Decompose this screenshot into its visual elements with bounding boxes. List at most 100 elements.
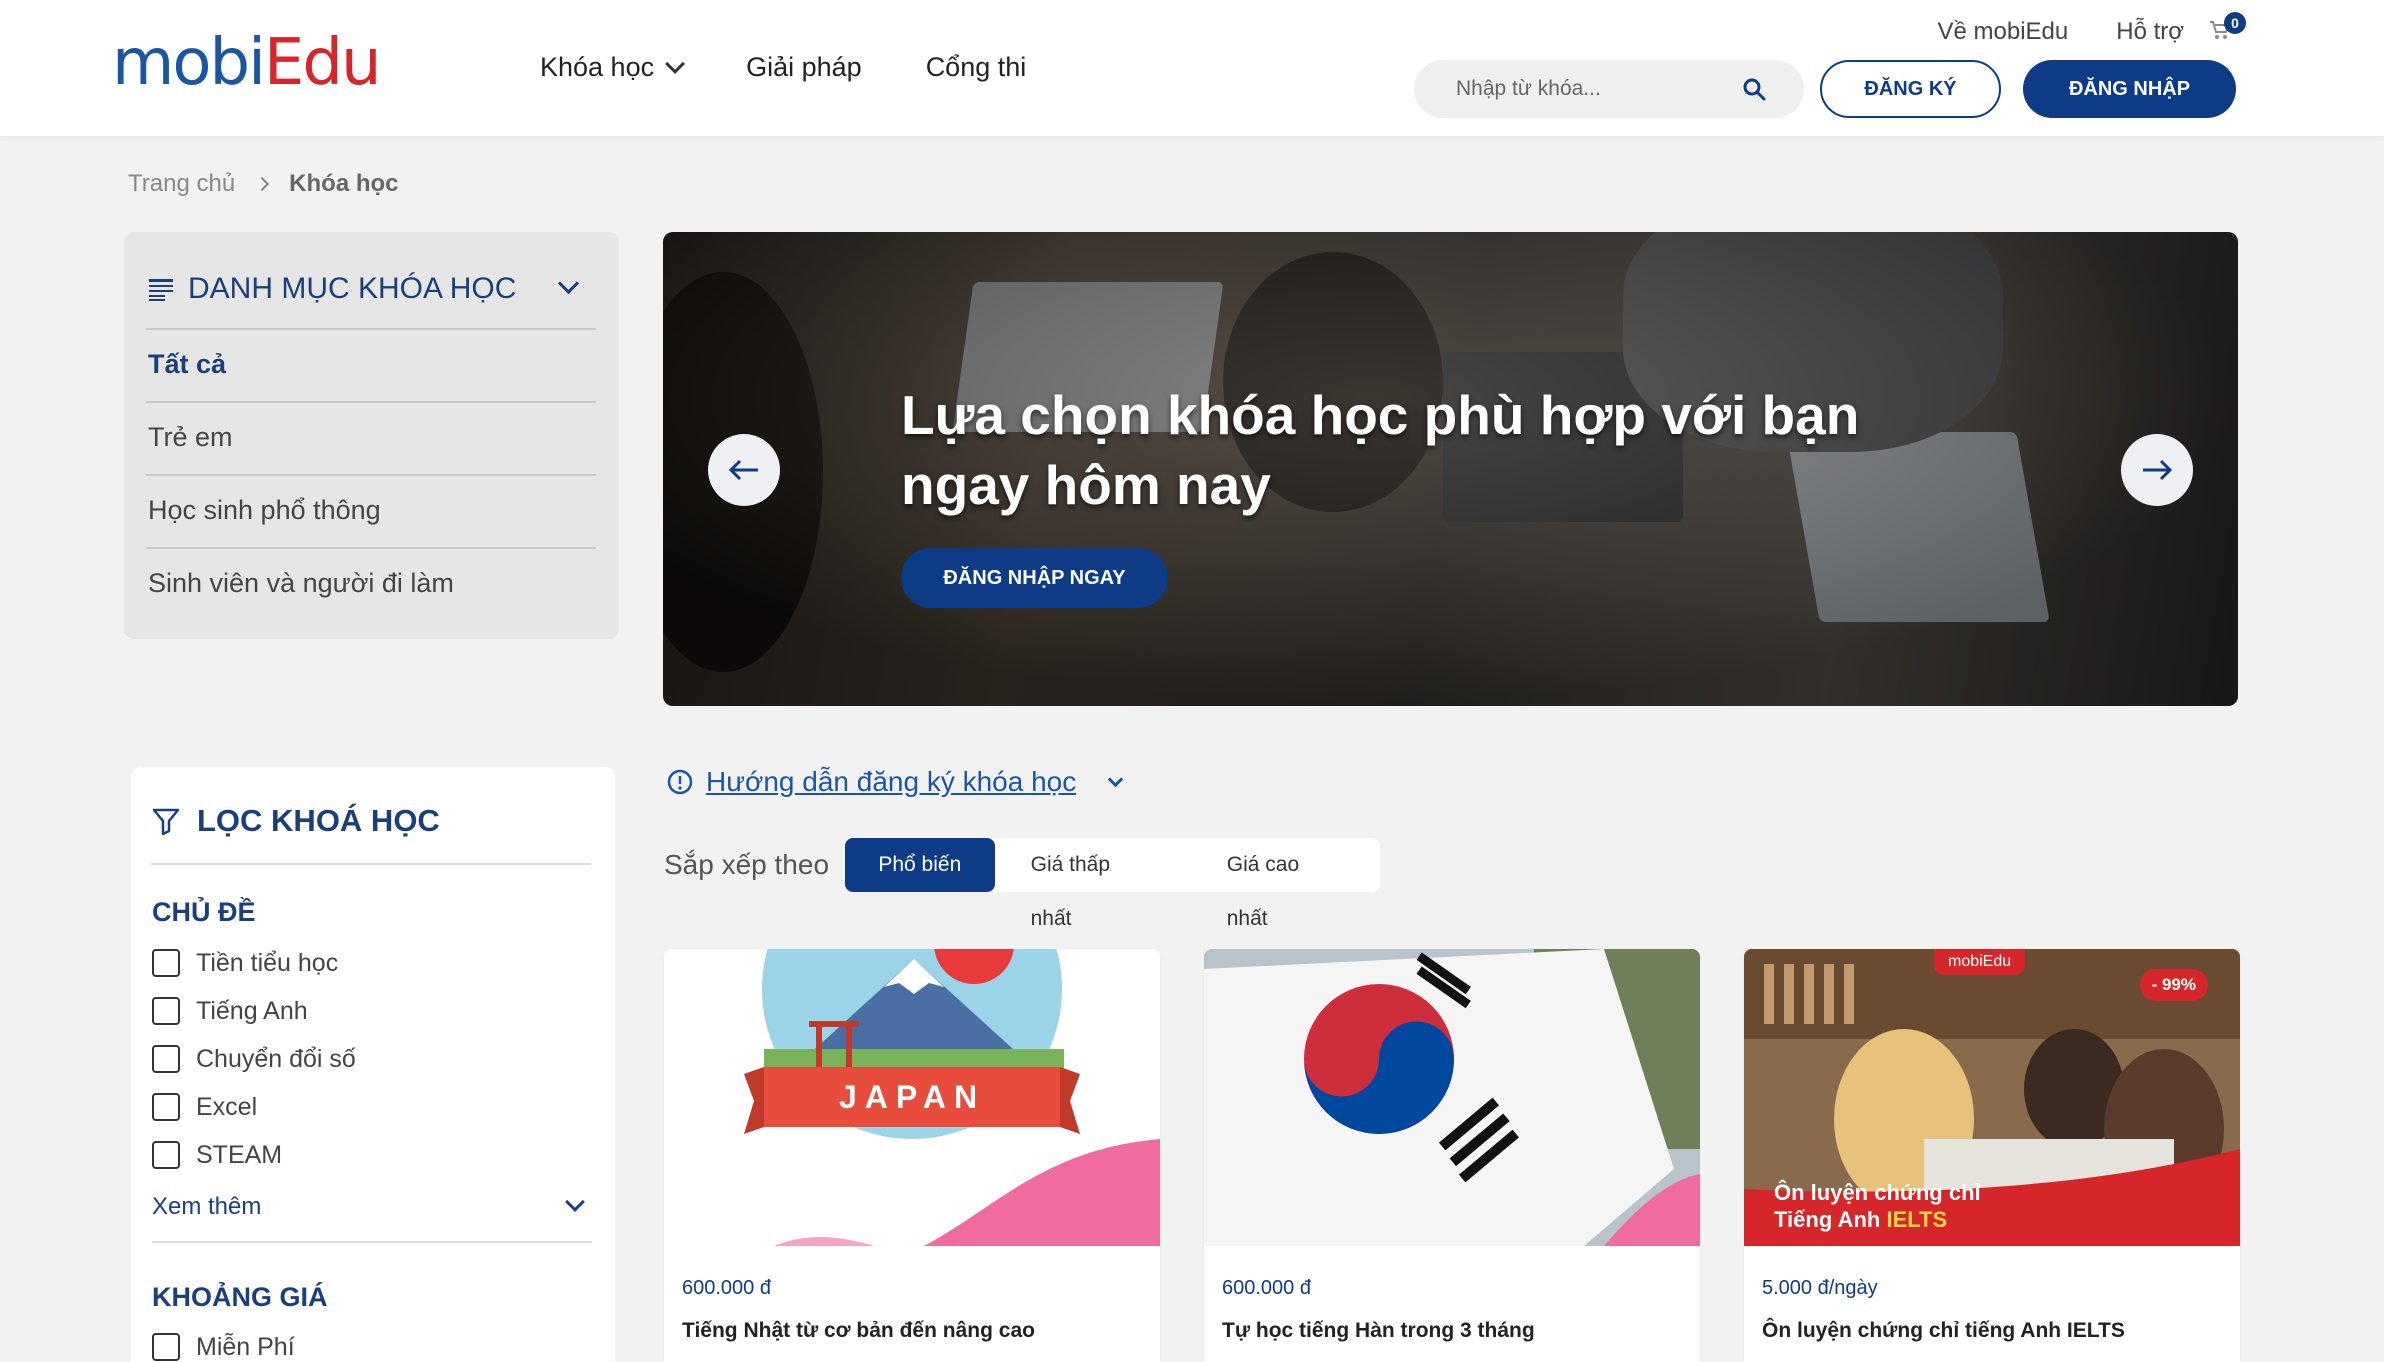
support-link[interactable]: Hỗ trợ xyxy=(2116,18,2184,46)
sort-popular-button[interactable]: Phổ biến xyxy=(845,838,995,892)
chevron-right-icon xyxy=(255,176,270,192)
category-list: Tất cả Trẻ em Học sinh phổ thông Sinh vi… xyxy=(146,328,596,620)
cart-button[interactable]: 0 xyxy=(2208,12,2246,42)
search-input[interactable] xyxy=(1456,60,1736,118)
price-label: Miễn Phí xyxy=(196,1332,295,1361)
course-image-ielts: - 99% mobiEdu Ôn luyện chứng chỉ Tiếng A… xyxy=(1744,949,2240,1246)
discount-badge: - 99% xyxy=(2139,969,2208,1001)
topic-label: Tiền tiểu học xyxy=(196,948,339,977)
top-links: Về mobiEdu Hỗ trợ xyxy=(1938,18,2185,46)
mobiedu-logo[interactable]: mobiEdu xyxy=(112,26,382,100)
chevron-down-icon xyxy=(665,53,685,74)
course-price: 5.000 đ/ngày xyxy=(1762,1277,1878,1299)
site-header: mobiEdu Khóa học Giải pháp Cổng thi Về m… xyxy=(0,0,2384,137)
info-icon xyxy=(667,769,693,795)
filter-header: LỌC KHOÁ HỌC xyxy=(151,803,591,865)
image-caption-line2b: IELTS xyxy=(1886,1207,1948,1232)
topic-option[interactable]: STEAM xyxy=(152,1131,356,1179)
topic-label: Tiếng Anh xyxy=(196,996,308,1025)
carousel-prev-button[interactable] xyxy=(708,434,780,506)
arrow-right-icon xyxy=(2143,459,2173,481)
topic-checklist: Tiền tiểu học Tiếng Anh Chuyển đổi số Ex… xyxy=(152,939,356,1179)
course-card[interactable]: 600.000 đ Tự học tiếng Hàn trong 3 tháng xyxy=(1204,949,1700,1362)
category-item-all[interactable]: Tất cả xyxy=(146,328,596,401)
course-price: 600.000 đ xyxy=(682,1277,771,1299)
price-checklist: Miễn Phí xyxy=(152,1323,295,1362)
topic-option[interactable]: Tiền tiểu học xyxy=(152,939,356,987)
topic-checkbox[interactable] xyxy=(152,949,180,977)
filter-title: LỌC KHOÁ HỌC xyxy=(197,803,440,838)
nav-solutions-label: Giải pháp xyxy=(746,52,862,82)
breadcrumb-home[interactable]: Trang chủ xyxy=(128,170,235,198)
registration-guide-link[interactable]: Hướng dẫn đăng ký khóa học xyxy=(666,766,1124,798)
arrow-left-icon xyxy=(728,459,758,481)
category-item-adults[interactable]: Sinh viên và người đi làm xyxy=(146,547,596,620)
price-option[interactable]: Miễn Phí xyxy=(152,1323,295,1362)
nav-courses[interactable]: Khóa học xyxy=(540,52,685,83)
topic-checkbox[interactable] xyxy=(152,1045,180,1073)
hero-banner: Lựa chọn khóa học phù hợp với bạn ngay h… xyxy=(663,232,2238,706)
nav-exam-portal[interactable]: Cổng thi xyxy=(926,52,1027,83)
search-icon[interactable] xyxy=(1742,77,1766,101)
cart-count-badge: 0 xyxy=(2224,12,2246,34)
topic-checkbox[interactable] xyxy=(152,1141,180,1169)
topic-label: Chuyển đổi số xyxy=(196,1044,356,1073)
course-image-korean xyxy=(1204,949,1700,1246)
image-caption-line2: Tiếng Anh IELTS xyxy=(1774,1206,1981,1233)
course-price: 600.000 đ xyxy=(1222,1277,1311,1299)
image-caption-line1: Ôn luyện chứng chỉ xyxy=(1774,1180,1981,1205)
price-section-title: KHOẢNG GIÁ xyxy=(152,1282,328,1312)
login-button[interactable]: ĐĂNG NHẬP xyxy=(2023,60,2236,118)
chevron-down-icon xyxy=(565,1192,585,1212)
course-image-japanese: JAPAN xyxy=(664,949,1160,1246)
nav-exam-portal-label: Cổng thi xyxy=(925,52,1027,82)
logo-part2: Edu xyxy=(263,26,382,100)
main-nav: Khóa học Giải pháp Cổng thi xyxy=(540,52,1026,83)
nav-solutions[interactable]: Giải pháp xyxy=(746,52,862,83)
course-title: Tiếng Nhật từ cơ bản đến nâng cao xyxy=(682,1319,1035,1342)
about-link[interactable]: Về mobiEdu xyxy=(1938,18,2069,46)
carousel-next-button[interactable] xyxy=(2121,434,2193,506)
course-title: Tự học tiếng Hàn trong 3 tháng xyxy=(1222,1319,1535,1342)
category-header[interactable]: DANH MỤC KHÓA HỌC xyxy=(148,272,588,306)
topic-label: Excel xyxy=(196,1092,258,1121)
image-caption: Ôn luyện chứng chỉ Tiếng Anh IELTS xyxy=(1774,1179,1981,1233)
category-title: DANH MỤC KHÓA HỌC xyxy=(188,272,517,305)
topic-option[interactable]: Tiếng Anh xyxy=(152,987,356,1035)
search-box xyxy=(1414,60,1804,118)
korea-flag-image xyxy=(1204,949,1700,1246)
topic-checkbox[interactable] xyxy=(152,997,180,1025)
filter-panel: LỌC KHOÁ HỌC CHỦ ĐỀ Tiền tiểu học Tiếng … xyxy=(131,767,615,1362)
hero-title: Lựa chọn khóa học phù hợp với bạn ngay h… xyxy=(901,384,1860,516)
category-item-high-school[interactable]: Học sinh phổ thông xyxy=(146,474,596,547)
see-more-label: Xem thêm xyxy=(152,1193,262,1220)
sort-label: Sắp xếp theo xyxy=(664,849,830,880)
price-checkbox[interactable] xyxy=(152,1333,180,1361)
topic-section-title: CHỦ ĐỀ xyxy=(152,897,256,927)
filter-icon xyxy=(152,808,180,836)
image-caption-line2a: Tiếng Anh xyxy=(1774,1207,1887,1232)
category-item-kids[interactable]: Trẻ em xyxy=(146,401,596,474)
japan-banner-text: JAPAN xyxy=(838,1079,986,1115)
course-card[interactable]: - 99% mobiEdu Ôn luyện chứng chỉ Tiếng A… xyxy=(1744,949,2240,1362)
hero-login-now-button[interactable]: ĐĂNG NHẬP NGAY xyxy=(901,548,1168,608)
sort-lowest-price-button[interactable]: Giá thấp nhất xyxy=(995,838,1191,930)
nav-courses-label: Khóa học xyxy=(540,52,655,82)
topic-label: STEAM xyxy=(196,1140,283,1169)
sort-options: Phổ biến Giá thấp nhất Giá cao nhất xyxy=(845,838,1380,930)
chevron-down-icon xyxy=(1107,771,1124,787)
guide-label: Hướng dẫn đăng ký khóa học xyxy=(706,766,1077,797)
topic-checkbox[interactable] xyxy=(152,1093,180,1121)
image-brand-tag: mobiEdu xyxy=(1934,949,2026,975)
list-icon xyxy=(149,279,173,301)
breadcrumb: Trang chủ Khóa học xyxy=(128,170,399,198)
logo-part1: mobi xyxy=(112,26,266,100)
topic-option[interactable]: Chuyển đổi số xyxy=(152,1035,356,1083)
course-card[interactable]: JAPAN 600.000 đ Tiếng Nhật từ cơ bản đến… xyxy=(664,949,1160,1362)
topic-option[interactable]: Excel xyxy=(152,1083,356,1131)
sort-highest-price-button[interactable]: Giá cao nhất xyxy=(1191,838,1380,930)
see-more-topics[interactable]: Xem thêm xyxy=(152,1192,592,1243)
chevron-down-icon xyxy=(557,272,580,295)
register-button[interactable]: ĐĂNG KÝ xyxy=(1820,60,2001,118)
category-panel: DANH MỤC KHÓA HỌC Tất cả Trẻ em Học sinh… xyxy=(124,232,619,639)
